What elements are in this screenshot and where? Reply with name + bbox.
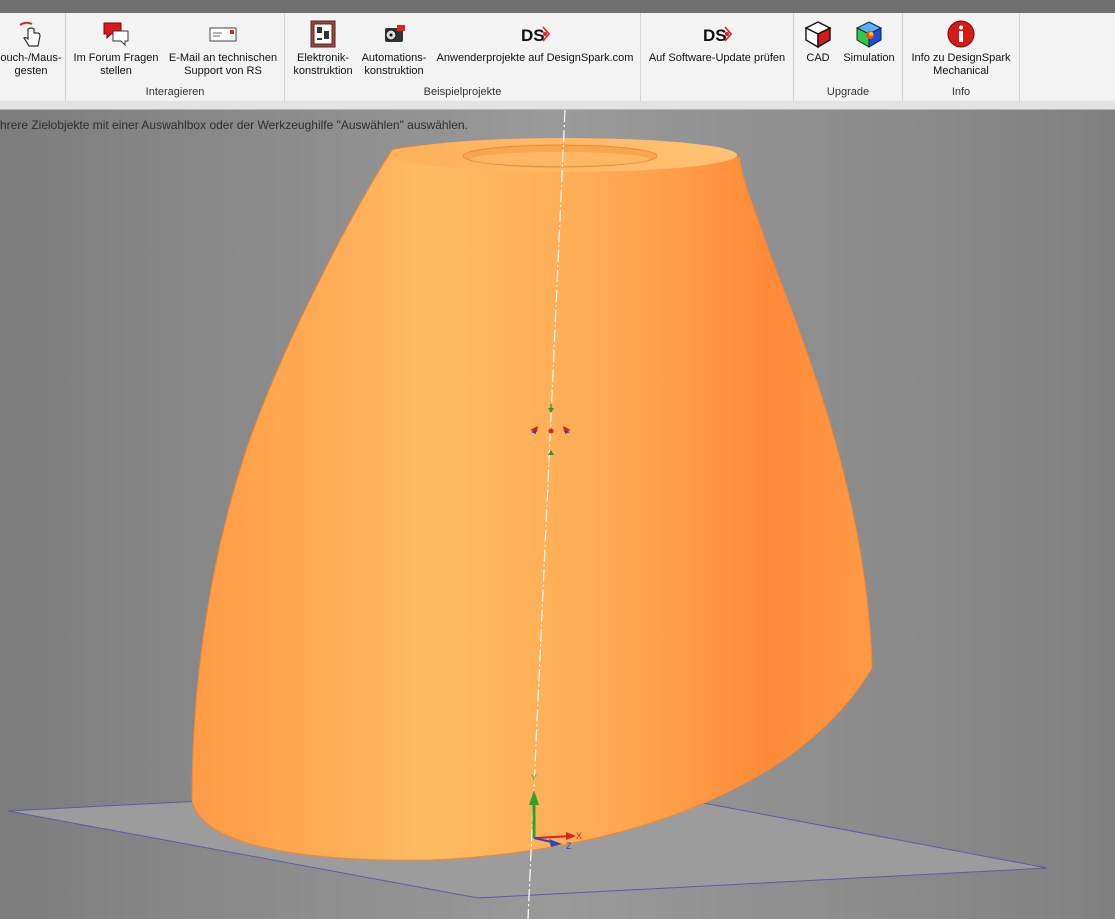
software-update-label: Auf Software-Update prüfen xyxy=(648,52,786,64)
group-gestures: ouch-/Maus- gesten xyxy=(0,13,66,101)
group-interact: Im Forum Fragen stellen E-Mail an techni… xyxy=(66,13,285,101)
viewport-hint-text: hrere Zielobjekte mit einer Auswahlbox o… xyxy=(0,118,468,132)
elektronik-button[interactable]: Elektronik- konstruktion xyxy=(289,15,357,78)
group-label-upgrade: Upgrade xyxy=(826,86,870,98)
designspark-update-icon: DS xyxy=(703,26,732,45)
email-label-2: Support von RS xyxy=(184,65,262,77)
email-support-button[interactable]: E-Mail an technischen Support von RS xyxy=(164,15,282,78)
cube-icon xyxy=(804,21,832,49)
forum-chat-icon xyxy=(103,22,129,47)
hand-gesture-icon xyxy=(19,21,41,47)
gestures-label-1: ouch-/Maus- xyxy=(0,52,62,64)
automation-label-2: konstruktion xyxy=(364,65,424,77)
software-update-button[interactable]: DS Auf Software-Update prüfen xyxy=(647,15,787,65)
simulation-button[interactable]: Simulation xyxy=(840,15,898,65)
group-examples: Elektronik- konstruktion Automations- ko… xyxy=(285,13,641,101)
simulation-cube-icon xyxy=(855,21,883,48)
group-label-info: Info xyxy=(951,86,971,98)
gestures-label-2: gesten xyxy=(14,65,48,77)
info-label-2: Mechanical xyxy=(933,65,989,77)
anwenderprojekte-button[interactable]: DS Anwenderprojekte auf DesignSpark.com xyxy=(433,15,637,65)
window-titlebar xyxy=(0,0,1115,13)
simulation-label: Simulation xyxy=(843,52,895,64)
forum-button[interactable]: Im Forum Fragen stellen xyxy=(70,15,162,78)
envelope-icon xyxy=(209,27,237,42)
elektronik-label-2: konstruktion xyxy=(293,65,353,77)
group-info: Info zu DesignSpark Mechanical Info xyxy=(903,13,1020,101)
group-update: DS Auf Software-Update prüfen xyxy=(641,13,794,101)
gestures-button[interactable]: ouch-/Maus- gesten xyxy=(0,15,62,78)
group-label-interact: Interagieren xyxy=(145,86,205,98)
circuit-board-icon xyxy=(310,20,336,48)
email-label-1: E-Mail an technischen xyxy=(168,52,278,64)
svg-text:DS: DS xyxy=(703,26,727,45)
cad-label: CAD xyxy=(806,52,830,64)
axis-label-x: X xyxy=(576,831,582,841)
top-opening-inner xyxy=(471,152,649,166)
cad-button[interactable]: CAD xyxy=(800,15,836,65)
anwenderprojekte-label: Anwenderprojekte auf DesignSpark.com xyxy=(436,52,634,64)
elektronik-label-1: Elektronik- xyxy=(297,52,349,64)
info-icon xyxy=(947,20,975,48)
group-label-examples: Beispielprojekte xyxy=(423,86,502,98)
ribbon-toolbar: ouch-/Maus- gesten Im Forum Fragen stell… xyxy=(0,13,1115,102)
info-button[interactable]: Info zu DesignSpark Mechanical xyxy=(907,15,1015,78)
forum-label-1: Im Forum Fragen xyxy=(73,52,159,64)
designspark-logo-icon: DS xyxy=(521,26,550,45)
motor-icon xyxy=(385,25,405,42)
automation-button[interactable]: Automations- konstruktion xyxy=(359,15,429,78)
axis-label-z: Z xyxy=(566,841,572,851)
ribbon-bottom-strip xyxy=(0,101,1115,110)
group-upgrade: CAD Simulation Upgrade xyxy=(794,13,903,101)
axis-label-y: Y xyxy=(531,773,537,783)
design-viewport[interactable]: Y X Z xyxy=(0,110,1115,919)
svg-text:DS: DS xyxy=(521,26,545,45)
forum-label-2: stellen xyxy=(100,65,132,77)
automation-label-1: Automations- xyxy=(361,52,427,64)
info-label-1: Info zu DesignSpark xyxy=(911,52,1011,64)
